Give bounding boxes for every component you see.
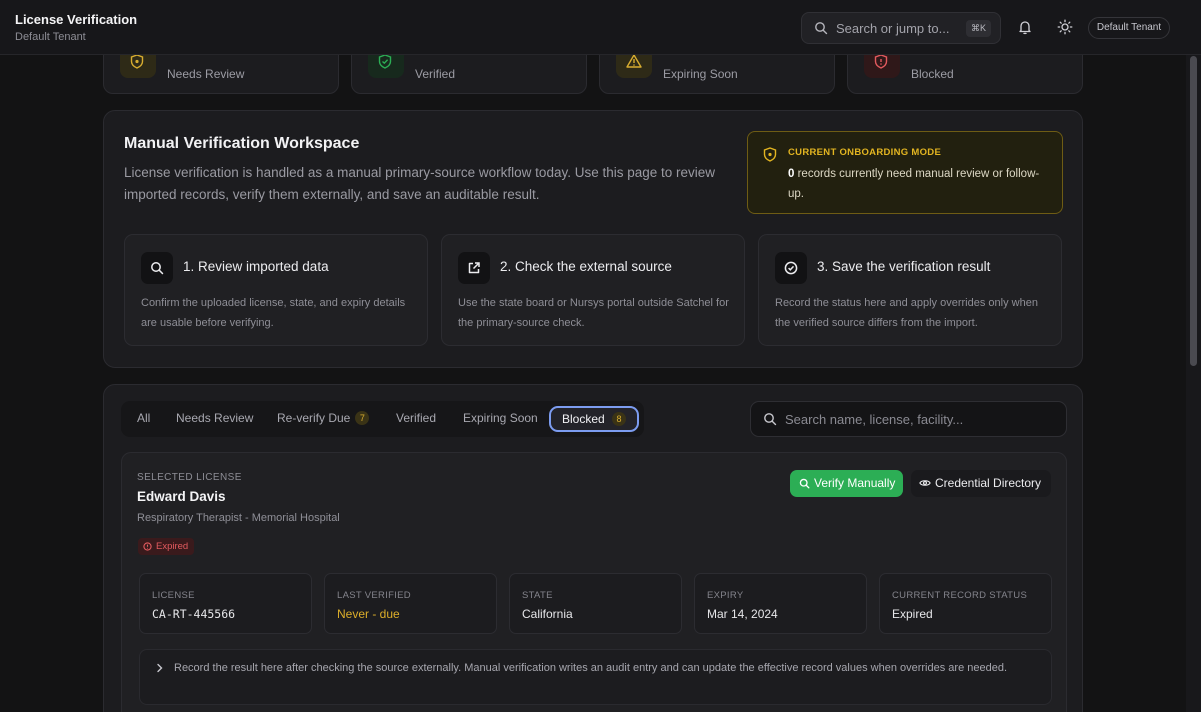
status-filter-tabs: All Needs Review Re-verify Due 7 Verified… [121,401,644,437]
field-expiry: EXPIRY Mar 14, 2024 [694,573,867,634]
selected-license-label: SELECTED LICENSE [137,472,242,483]
credential-directory-button[interactable]: Credential Directory [911,470,1051,497]
onboarding-mode-title: CURRENT ONBOARDING MODE [788,147,942,158]
search-icon [799,478,810,489]
onboarding-mode-text: 0 records currently need manual review o… [788,164,1054,204]
alert-circle-icon [143,542,152,551]
step-card-save-result: 3. Save the verification result Record t… [758,234,1062,346]
tab-count-badge: 7 [355,411,370,425]
tab-needs-review[interactable]: Needs Review [176,411,253,425]
verify-manually-label: Verify Manually [814,476,896,490]
verify-manually-button[interactable]: Verify Manually [790,470,903,497]
credential-directory-label: Credential Directory [935,476,1042,490]
step-card-review: 1. Review imported data Confirm the uplo… [124,234,428,346]
step-title: 1. Review imported data [183,259,329,274]
selected-license-role: Respiratory Therapist - Memorial Hospita… [137,512,340,524]
field-value: Never - due [337,607,400,621]
step-text: Record the status here and apply overrid… [775,297,1038,329]
manual-verification-workspace: Manual Verification Workspace License ve… [103,110,1083,368]
tenant-subtitle: Default Tenant [15,31,86,43]
tab-count-badge: 8 [612,412,626,426]
field-label: LAST VERIFIED [337,590,411,601]
field-value: CA-RT-445566 [152,607,236,621]
eye-icon [919,480,931,486]
tab-verified[interactable]: Verified [396,411,436,425]
onboarding-mode-description: records currently need manual review or … [788,168,1040,200]
sun-icon[interactable] [1057,19,1073,35]
field-current-record-status: CURRENT RECORD STATUS Expired [879,573,1052,634]
tab-reverify-due[interactable]: Re-verify Due 7 [277,411,370,425]
field-value: Mar 14, 2024 [707,607,778,621]
license-list-panel: All Needs Review Re-verify Due 7 Verified… [103,384,1083,712]
license-search-input[interactable] [785,409,1055,429]
step-text: Confirm the uploaded license, state, and… [141,297,406,329]
field-label: EXPIRY [707,590,744,601]
page-scrollbar-thumb[interactable] [1190,56,1197,366]
global-search-placeholder: Search or jump to... [836,21,950,36]
page-title: License Verification [15,12,138,27]
global-search[interactable]: Search or jump to... ⌘K [801,12,1001,44]
stat-label: Blocked [911,67,954,81]
search-icon [815,22,828,35]
field-license: LICENSE CA-RT-445566 [139,573,312,634]
status-badge-label: Expired [156,541,189,552]
onboarding-mode-callout: CURRENT ONBOARDING MODE 0 records curren… [747,131,1063,214]
field-label: STATE [522,590,553,601]
field-last-verified: LAST VERIFIED Never - due [324,573,497,634]
bell-icon[interactable] [1017,19,1033,35]
workspace-description: License verification is handled as a man… [124,165,716,202]
shield-icon [763,147,777,162]
tab-label: Blocked [562,412,605,426]
field-value: California [522,607,573,621]
external-link-icon [458,252,490,284]
check-circle-icon [775,252,807,284]
search-shortcut: ⌘K [965,20,991,37]
tab-expiring-soon[interactable]: Expiring Soon [463,411,538,425]
verification-note-text: Record the result here after checking th… [174,662,1008,674]
field-value: Expired [892,607,933,621]
field-label: CURRENT RECORD STATUS [892,590,1028,601]
tab-blocked[interactable]: Blocked 8 [549,406,639,432]
status-badge: Expired [138,538,195,555]
step-text: Use the state board or Nursys portal out… [458,297,729,329]
license-search[interactable] [750,401,1067,437]
step-card-external-source: 2. Check the external source Use the sta… [441,234,745,346]
tab-all[interactable]: All [137,411,150,425]
selected-license-detail: SELECTED LICENSE Edward Davis Respirator… [121,452,1067,712]
selected-license-name: Edward Davis [137,489,226,504]
field-label: LICENSE [152,590,195,601]
tab-label: Re-verify Due [277,411,351,425]
search-icon [141,252,173,284]
stat-label: Needs Review [167,67,245,81]
top-header: License Verification Default Tenant Sear… [0,0,1201,55]
step-title: 2. Check the external source [500,259,672,274]
tenant-switcher[interactable]: Default Tenant [1088,17,1170,39]
stat-label: Verified [415,67,456,81]
stat-label: Expiring Soon [663,67,738,81]
workspace-title: Manual Verification Workspace [124,135,360,152]
search-icon [764,413,777,426]
field-state: STATE California [509,573,682,634]
verification-note[interactable]: Record the result here after checking th… [139,649,1052,705]
chevron-right-icon [157,663,163,673]
step-title: 3. Save the verification result [817,259,991,274]
